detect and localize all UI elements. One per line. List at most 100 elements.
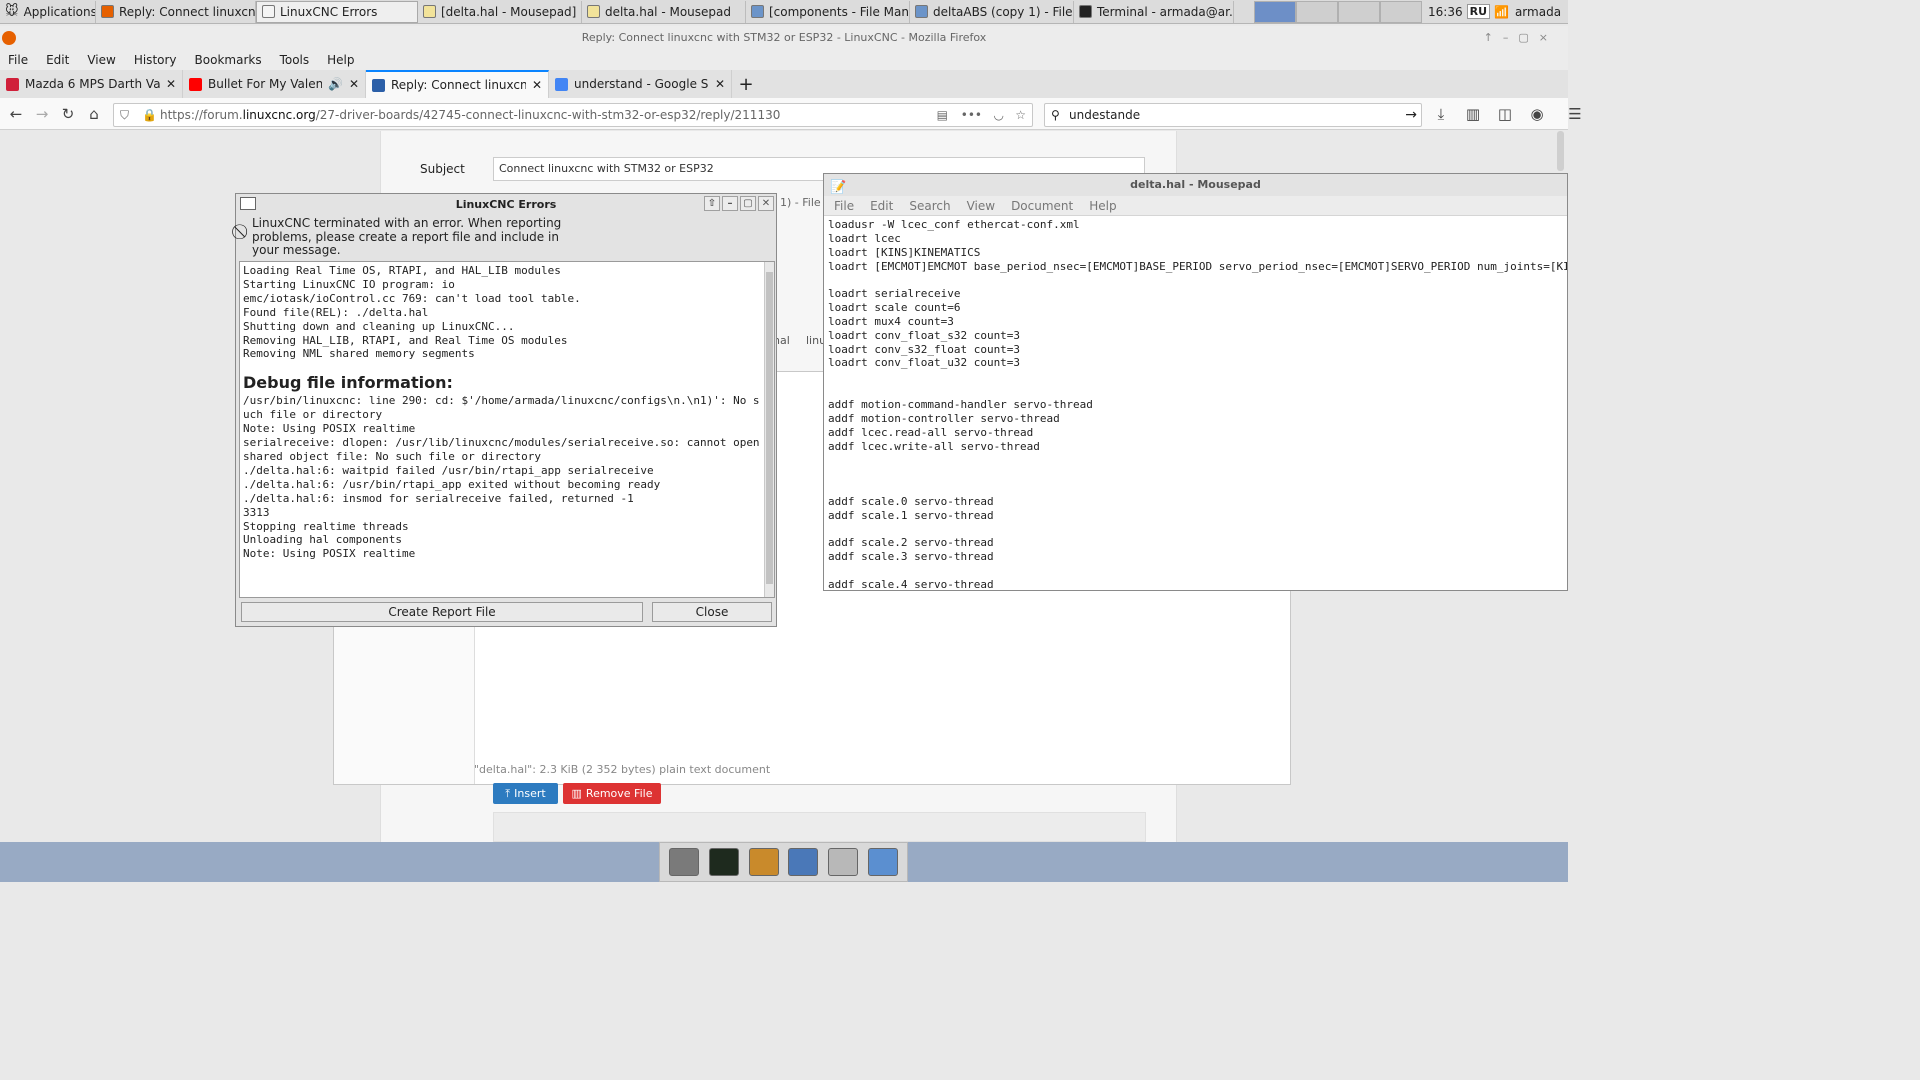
network-icon[interactable]: 📶 [1494,5,1509,19]
library-icon[interactable]: ▥ [1460,105,1486,123]
dialog-window-controls: ⇧ – ▢ ✕ [704,196,774,211]
workspace-switcher[interactable] [1254,0,1422,23]
search-magnifier-icon[interactable] [828,848,859,876]
page-scrollbar[interactable] [1557,131,1564,171]
drive-icon[interactable] [668,848,699,876]
back-icon[interactable]: ← [3,105,29,123]
browser-tab[interactable]: understand - Google Search ✕ [549,70,732,98]
mousepad-titlebar[interactable]: 📝 delta.hal - Mousepad [824,174,1567,196]
search-bar[interactable]: ⚲ undestande → [1044,103,1422,127]
tab-close-icon[interactable]: ✕ [166,77,176,91]
firefox-logo-icon [2,31,16,45]
bookmark-star-icon[interactable]: ☆ [1015,108,1026,122]
mousepad-menu-search[interactable]: Search [909,199,950,213]
window-icon[interactable] [240,197,256,210]
dialog-titlebar[interactable]: LinuxCNC Errors ⇧ – ▢ ✕ [236,194,776,214]
clock[interactable]: 16:36 [1428,5,1463,19]
folder-icon[interactable] [868,848,899,876]
menu-bookmarks[interactable]: Bookmarks [195,53,262,67]
mousepad-menu-document[interactable]: Document [1011,199,1073,213]
browser-tab[interactable]: Mazda 6 MPS Darth Vader ✕ [0,70,183,98]
mousepad-menu-edit[interactable]: Edit [870,199,893,213]
account-icon[interactable]: ◉ [1524,105,1550,123]
page-actions-icon[interactable]: ••• [961,108,982,122]
taskbar-item[interactable]: [delta.hal - Mousepad] [418,0,582,23]
mousepad-menu-view[interactable]: View [967,199,995,213]
sidebar-icon[interactable]: ◫ [1492,105,1518,123]
maximize-icon[interactable]: ▢ [740,196,756,211]
shield-icon[interactable]: ⛉ [120,108,129,123]
menu-view[interactable]: View [87,53,115,67]
tab-close-icon[interactable]: ✕ [532,78,542,92]
tab-label: Mazda 6 MPS Darth Vader [25,77,160,91]
tab-close-icon[interactable]: ✕ [349,77,359,91]
workspace-3[interactable] [1338,0,1380,23]
browser-tab[interactable]: Bullet For My Valentine 🔊 ✕ [183,70,366,98]
mousepad-text-area[interactable]: loadusr -W lcec_conf ethercat-conf.xml lo… [824,216,1567,590]
minimize-icon[interactable]: – [722,196,738,211]
code-line: addf scale.2 servo-thread [828,536,994,550]
favicon-icon [6,77,19,91]
taskbar-item[interactable]: Reply: Connect linuxcnc ... [96,0,256,23]
debug-line: ./delta.hal:6: insmod for serialreceive … [243,491,634,505]
terminal-icon[interactable] [708,848,739,876]
remove-file-button[interactable]: ▥ Remove File [563,783,661,804]
search-input[interactable]: undestande [1069,108,1140,122]
error-message: ⃠ LinuxCNC terminated with an error. Whe… [236,214,776,260]
audio-icon[interactable]: 🔊 [328,77,343,91]
workspace-2[interactable] [1296,0,1338,23]
window-controls[interactable]: ↑–▢× [1484,26,1558,50]
taskbar-item[interactable]: [components - File Man... [746,0,910,23]
code-line: addf scale.1 servo-thread [828,508,994,522]
tab-list: Mazda 6 MPS Darth Vader✕Bullet For My Va… [0,70,732,98]
applications-menu-button[interactable]: 🐭 Applications [0,0,96,23]
workspace-4[interactable] [1380,0,1422,23]
tab-close-icon[interactable]: ✕ [715,77,725,91]
taskbar-item-label: Reply: Connect linuxcnc ... [119,4,256,19]
browser-globe-icon[interactable] [788,848,819,876]
downloads-icon[interactable]: ⤓ [1428,105,1454,123]
lock-icon[interactable]: 🔒 [142,108,157,122]
new-tab-button[interactable]: + [732,74,760,95]
create-report-button[interactable]: Create Report File [241,602,643,622]
menu-history[interactable]: History [134,53,177,67]
editor-area[interactable] [493,812,1146,842]
pocket-icon[interactable]: ◡ [994,108,1004,122]
scrollbar-thumb[interactable] [766,272,773,584]
reader-view-icon[interactable]: ▤ [937,108,948,122]
close-icon[interactable]: ✕ [758,196,774,211]
taskbar-item-label: deltaABS (copy 1) - File ... [933,4,1074,19]
url-bar[interactable]: ⛉ 🔒 https://forum. linuxcnc.org/27-driver… [113,103,1033,127]
menu-help[interactable]: Help [327,53,354,67]
menu-tools[interactable]: Tools [280,53,310,67]
hamburger-menu-icon[interactable]: ☰ [1562,105,1588,123]
taskbar-item[interactable]: delta.hal - Mousepad [582,0,746,23]
menu-edit[interactable]: Edit [46,53,69,67]
menu-file[interactable]: File [8,53,28,67]
insert-button[interactable]: ⤒ Insert [493,783,558,804]
forward-icon[interactable]: → [29,105,55,123]
archive-icon[interactable] [748,848,779,876]
shade-icon[interactable]: ⇧ [704,196,720,211]
browser-tab[interactable]: Reply: Connect linuxcnc ✕ [366,70,549,98]
code-line: loadrt conv_float_u32 count=3 [828,356,1021,370]
home-icon[interactable]: ⌂ [81,105,107,123]
log-scrollbar[interactable] [764,262,774,597]
search-go-icon[interactable]: → [1405,107,1417,123]
close-button[interactable]: Close [652,602,772,622]
reload-icon[interactable]: ↻ [55,105,81,123]
error-log-textarea[interactable]: Loading Real Time OS, RTAPI, and HAL_LIB… [239,261,775,598]
code-line: loadrt lcec [828,231,901,245]
debug-line: Note: Using POSIX realtime [243,422,416,436]
taskbar-item[interactable]: Terminal - armada@ar... [1074,0,1234,23]
mousepad-menu-file[interactable]: File [834,199,854,213]
workspace-1[interactable] [1254,0,1296,23]
taskbar-item[interactable]: LinuxCNC Errors [256,0,418,23]
mousepad-menu-help[interactable]: Help [1089,199,1116,213]
user-label[interactable]: armada [1515,5,1561,19]
taskbar-item[interactable]: deltaABS (copy 1) - File ... [910,0,1074,23]
keyboard-layout-indicator[interactable]: RU [1466,4,1490,19]
debug-line: 3313 [243,505,270,519]
